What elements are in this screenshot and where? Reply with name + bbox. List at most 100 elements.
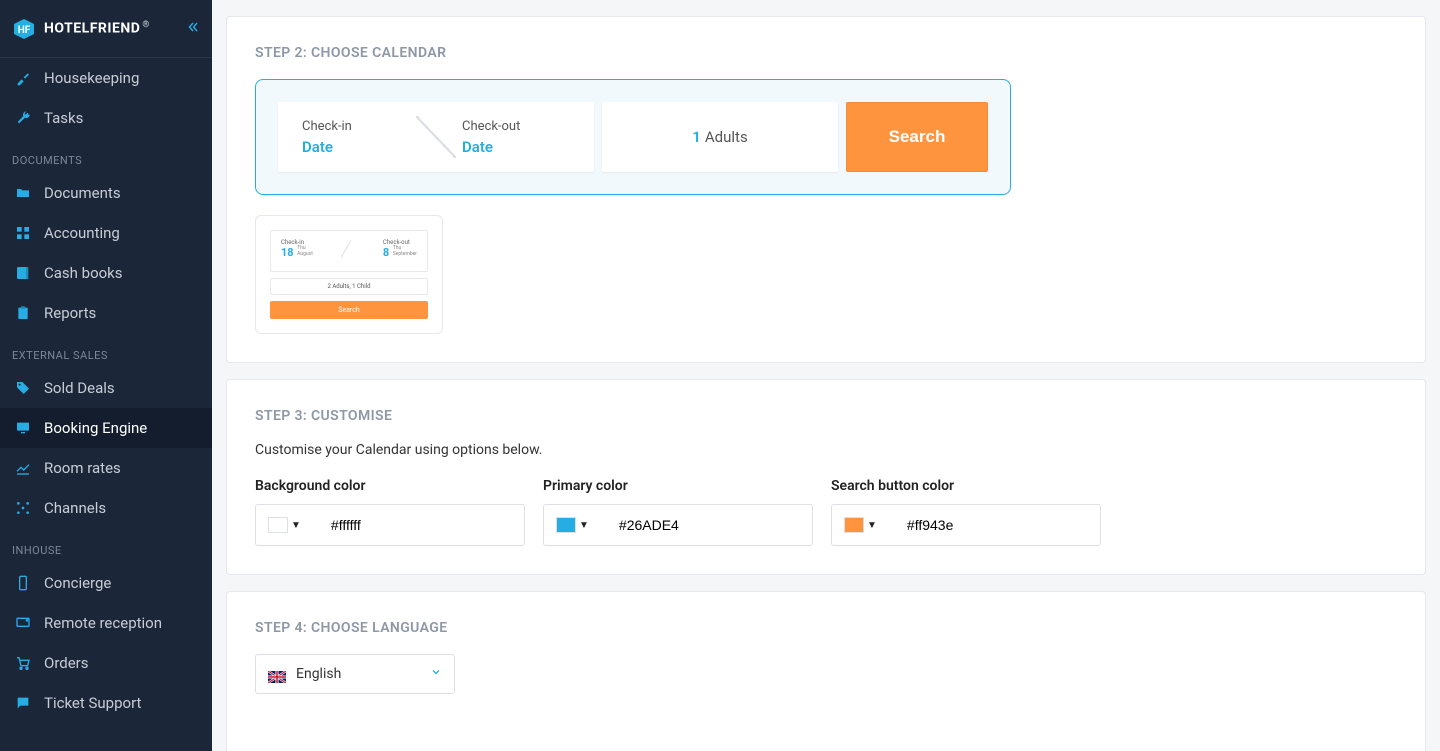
primary-color-value[interactable] <box>597 517 812 533</box>
search-color-input[interactable]: ▼ <box>831 504 1101 546</box>
sidebar-item-label: Documents <box>44 184 121 202</box>
sidebar-item-cash-books[interactable]: Cash books <box>0 253 212 293</box>
sidebar: HF HOTELFRIEND® Housekeeping Tasks <box>0 0 212 751</box>
search-swatch <box>844 517 864 533</box>
small-checkin: Check-in 18 ThuAugust <box>281 239 313 259</box>
brand[interactable]: HF HOTELFRIEND® <box>12 17 150 41</box>
sidebar-item-label: Concierge <box>44 574 111 592</box>
step3-title: STEP 3: CUSTOMISE <box>255 408 1397 424</box>
date-range-box[interactable]: Check-in Date Check-out Date <box>278 102 594 172</box>
cart-icon <box>14 654 32 672</box>
sidebar-item-label: Reports <box>44 304 96 322</box>
sidebar-item-orders[interactable]: Orders <box>0 643 212 683</box>
bg-color-label: Background color <box>255 478 525 494</box>
bg-swatch-picker[interactable]: ▼ <box>256 517 309 533</box>
card-step2: STEP 2: CHOOSE CALENDAR Check-in Date Ch… <box>226 16 1426 363</box>
bg-swatch <box>268 517 288 533</box>
search-button[interactable]: Search <box>846 102 988 172</box>
search-color-value[interactable] <box>885 517 1100 533</box>
nodes-icon <box>14 499 32 517</box>
reception-icon <box>14 614 32 632</box>
sidebar-item-label: Remote reception <box>44 614 162 632</box>
sidebar-item-room-rates[interactable]: Room rates <box>0 448 212 488</box>
checkout-label: Check-out <box>462 119 570 134</box>
chevron-down-icon <box>430 666 442 682</box>
step4-title: STEP 4: CHOOSE LANGUAGE <box>255 620 1397 636</box>
sidebar-item-channels[interactable]: Channels <box>0 488 212 528</box>
sidebar-item-label: Accounting <box>44 224 120 242</box>
small-checkout-day: 8 <box>383 246 389 259</box>
sidebar-item-ticket-support[interactable]: Ticket Support <box>0 683 212 723</box>
bg-color-input[interactable]: ▼ <box>255 504 525 546</box>
phone-icon <box>14 574 32 592</box>
calendar-layout-option-1[interactable]: Check-in Date Check-out Date 1 Adults S <box>255 79 1011 195</box>
small-checkin-day: 18 <box>281 246 294 259</box>
primary-swatch <box>556 517 576 533</box>
primary-color-label: Primary color <box>543 478 813 494</box>
chart-icon <box>14 459 32 477</box>
clipboard-icon <box>14 304 32 322</box>
checkout-value: Date <box>462 138 570 156</box>
small-checkin-sub: ThuAugust <box>297 246 313 257</box>
sidebar-collapse-icon[interactable] <box>186 20 200 38</box>
checkin-label: Check-in <box>302 119 410 134</box>
sidebar-item-label: Tasks <box>44 109 83 127</box>
sidebar-scroll[interactable]: Housekeeping Tasks DOCUMENTS Documents <box>0 58 212 751</box>
caret-down-icon: ▼ <box>579 520 589 531</box>
sidebar-item-booking-engine[interactable]: Booking Engine <box>0 408 212 448</box>
date-divider-icon <box>416 116 456 158</box>
sidebar-item-label: Channels <box>44 499 106 517</box>
primary-color-input[interactable]: ▼ <box>543 504 813 546</box>
sidebar-item-label: Ticket Support <box>44 694 141 712</box>
bg-color-value[interactable] <box>309 517 524 533</box>
card-step4: STEP 4: CHOOSE LANGUAGE English <box>226 591 1426 751</box>
small-checkout: Check-out 8 ThuSeptember <box>383 239 417 259</box>
checkin-col: Check-in Date <box>302 119 410 156</box>
section-label-inhouse: INHOUSE <box>0 528 212 563</box>
grid-icon <box>14 224 32 242</box>
book-icon <box>14 264 32 282</box>
checkout-col: Check-out Date <box>462 119 570 156</box>
chat-icon <box>14 694 32 712</box>
monitor-icon <box>14 419 32 437</box>
calendar-small-inner: Check-in 18 ThuAugust Check-out 8 ThuSep… <box>270 230 428 272</box>
sidebar-item-label: Cash books <box>44 264 123 282</box>
svg-text:HF: HF <box>18 25 31 36</box>
sidebar-item-sold-deals[interactable]: Sold Deals <box>0 368 212 408</box>
calendar-row: Check-in Date Check-out Date 1 Adults S <box>278 102 988 172</box>
guests-count: 1 <box>692 128 701 146</box>
main-content[interactable]: STEP 2: CHOOSE CALENDAR Check-in Date Ch… <box>212 0 1440 751</box>
guests-label: Adults <box>705 128 748 146</box>
color-row: Background color ▼ Primary color <box>255 478 1397 546</box>
sidebar-item-remote-reception[interactable]: Remote reception <box>0 603 212 643</box>
small-checkout-sub: ThuSeptember <box>393 246 417 257</box>
sidebar-item-reports[interactable]: Reports <box>0 293 212 333</box>
sidebar-item-concierge[interactable]: Concierge <box>0 563 212 603</box>
primary-swatch-picker[interactable]: ▼ <box>544 517 597 533</box>
sidebar-item-tasks[interactable]: Tasks <box>0 98 212 138</box>
sidebar-header: HF HOTELFRIEND® <box>0 0 212 58</box>
language-value: English <box>296 666 420 682</box>
sidebar-item-label: Orders <box>44 654 89 672</box>
checkin-value: Date <box>302 138 410 156</box>
search-swatch-picker[interactable]: ▼ <box>832 517 885 533</box>
search-color-group: Search button color ▼ <box>831 478 1101 546</box>
step3-subtitle: Customise your Calendar using options be… <box>255 442 1397 458</box>
broom-icon <box>14 69 32 87</box>
brand-name: HOTELFRIEND® <box>44 20 150 37</box>
flag-uk-icon <box>268 668 286 680</box>
sidebar-item-documents[interactable]: Documents <box>0 173 212 213</box>
wrench-icon <box>14 109 32 127</box>
caret-down-icon: ▼ <box>867 520 877 531</box>
section-label-documents: DOCUMENTS <box>0 138 212 173</box>
sidebar-item-label: Sold Deals <box>44 379 115 397</box>
small-date-row: Check-in 18 ThuAugust Check-out 8 ThuSep… <box>281 239 417 259</box>
guests-box[interactable]: 1 Adults <box>602 102 838 172</box>
sidebar-item-label: Room rates <box>44 459 121 477</box>
sidebar-item-label: Housekeeping <box>44 69 139 87</box>
sidebar-item-accounting[interactable]: Accounting <box>0 213 212 253</box>
language-select[interactable]: English <box>255 654 455 694</box>
background-color-group: Background color ▼ <box>255 478 525 546</box>
sidebar-item-housekeeping[interactable]: Housekeeping <box>0 58 212 98</box>
calendar-layout-option-2[interactable]: Check-in 18 ThuAugust Check-out 8 ThuSep… <box>255 215 443 334</box>
